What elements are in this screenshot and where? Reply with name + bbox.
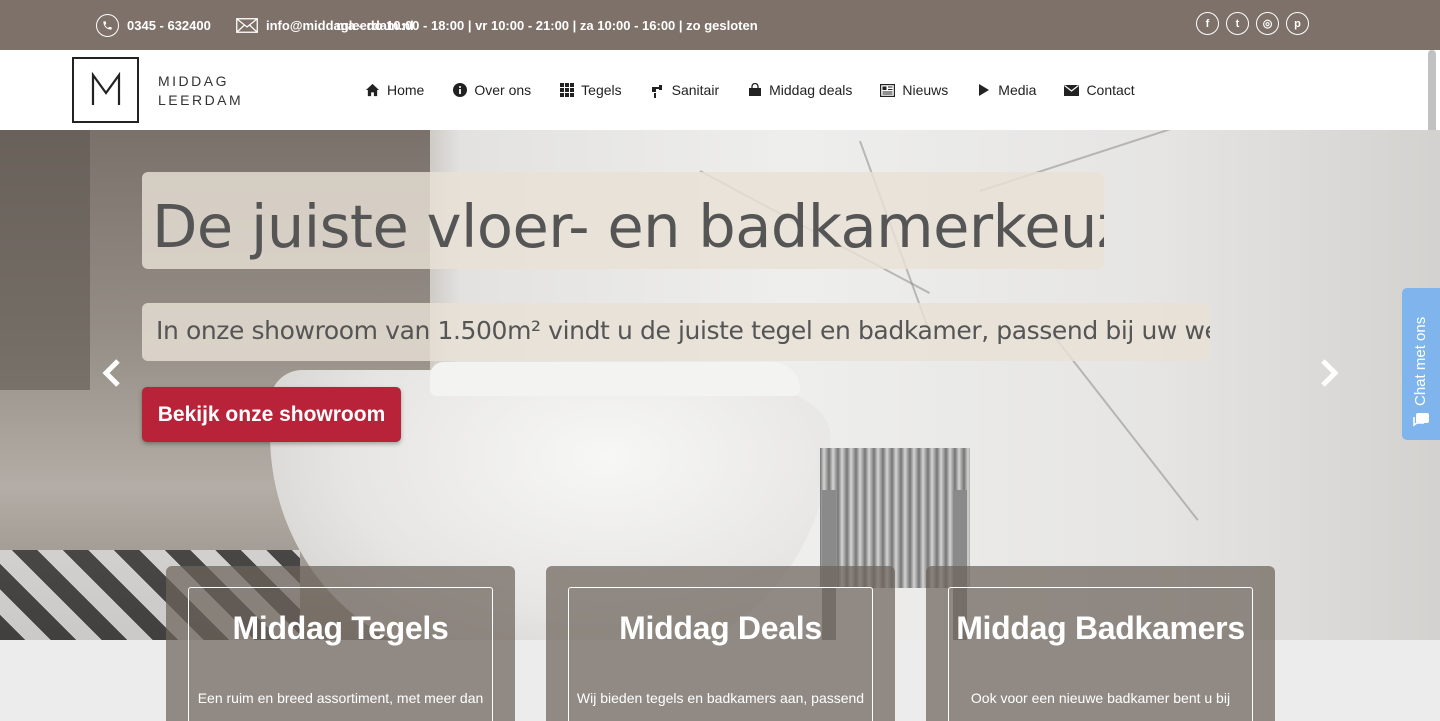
card-middag-tegels[interactable]: Middag Tegels Een ruim en breed assortim… <box>166 566 515 721</box>
site-header: MIDDAG LEERDAM Home Over ons Tegels Sani… <box>0 50 1440 154</box>
hero-headline: De juiste vloer- en badkamerkeuze <box>142 172 1104 269</box>
nav-item-nieuws[interactable]: Nieuws <box>880 82 948 98</box>
nav-label: Home <box>387 82 425 98</box>
nav-item-contact[interactable]: Contact <box>1064 82 1135 98</box>
nav-label: Media <box>998 82 1037 98</box>
nav-label: Contact <box>1086 82 1135 98</box>
hero-background-window <box>0 130 90 390</box>
envelope-icon <box>1064 83 1080 98</box>
pinterest-icon[interactable]: p <box>1286 12 1309 35</box>
card-text: Een ruim en breed assortiment, met meer … <box>197 690 484 706</box>
grid-icon <box>559 83 574 98</box>
twitter-icon[interactable]: t <box>1226 12 1249 35</box>
chat-bubble-icon <box>1413 413 1429 427</box>
logo-text[interactable]: MIDDAG LEERDAM <box>158 72 243 110</box>
nav-item-media[interactable]: Media <box>976 82 1036 98</box>
opening-hours: ma - do 10:00 - 18:00 | vr 10:00 - 21:00… <box>336 17 758 33</box>
main-nav: Home Over ons Tegels Sanitair Middag dea… <box>365 50 1135 130</box>
slider-next-arrow[interactable] <box>1314 355 1344 391</box>
faucet-icon <box>650 83 665 98</box>
logo-mark[interactable] <box>72 57 139 123</box>
chevron-left-icon <box>102 359 120 387</box>
slider-prev-arrow[interactable] <box>97 355 127 391</box>
chat-tab[interactable]: Chat met ons <box>1402 288 1440 440</box>
social-links: f t ◎ p <box>1196 12 1309 35</box>
top-bar: 0345 - 632400 info@middagleerdam.nl ma -… <box>0 0 1440 50</box>
view-showroom-button[interactable]: Bekijk onze showroom <box>142 387 401 442</box>
nav-item-middag-deals[interactable]: Middag deals <box>747 82 852 98</box>
instagram-icon[interactable]: ◎ <box>1256 12 1279 35</box>
card-middag-badkamers[interactable]: Middag Badkamers Ook voor een nieuwe bad… <box>926 566 1275 721</box>
card-frame: Middag Badkamers Ook voor een nieuwe bad… <box>948 587 1253 721</box>
nav-item-tegels[interactable]: Tegels <box>559 82 622 98</box>
shopping-bag-icon <box>747 83 762 98</box>
play-icon <box>976 83 991 98</box>
hero-subline: In onze showroom van 1.500m² vindt u de … <box>142 303 1210 361</box>
logo-line-1: MIDDAG <box>158 73 229 89</box>
facebook-icon[interactable]: f <box>1196 12 1219 35</box>
logo-m-icon <box>91 71 120 105</box>
nav-item-sanitair[interactable]: Sanitair <box>650 82 719 98</box>
nav-label: Over ons <box>474 82 532 98</box>
card-middag-deals[interactable]: Middag Deals Wij bieden tegels en badkam… <box>546 566 895 721</box>
chevron-right-icon <box>1321 359 1339 387</box>
nav-item-over-ons[interactable]: Over ons <box>452 82 531 98</box>
info-icon <box>452 83 467 98</box>
hero-bathtub-rim <box>430 362 800 396</box>
newspaper-icon <box>880 83 896 98</box>
logo-line-2: LEERDAM <box>158 92 244 108</box>
card-frame: Middag Tegels Een ruim en breed assortim… <box>188 587 493 721</box>
card-text: Ook voor een nieuwe badkamer bent u bij <box>970 690 1231 706</box>
home-icon <box>365 83 380 98</box>
card-title: Middag Tegels <box>232 610 449 646</box>
nav-label: Nieuws <box>902 82 949 98</box>
nav-label: Middag deals <box>769 82 853 98</box>
card-frame: Middag Deals Wij bieden tegels en badkam… <box>568 587 873 721</box>
card-text: Wij bieden tegels en badkamers aan, pass… <box>576 690 865 706</box>
nav-label: Tegels <box>581 82 622 98</box>
card-title: Middag Deals <box>619 610 822 646</box>
chat-label: Chat met ons <box>1412 316 1429 406</box>
nav-label: Sanitair <box>671 82 720 98</box>
nav-item-home[interactable]: Home <box>365 82 424 98</box>
card-title: Middag Badkamers <box>956 610 1245 646</box>
